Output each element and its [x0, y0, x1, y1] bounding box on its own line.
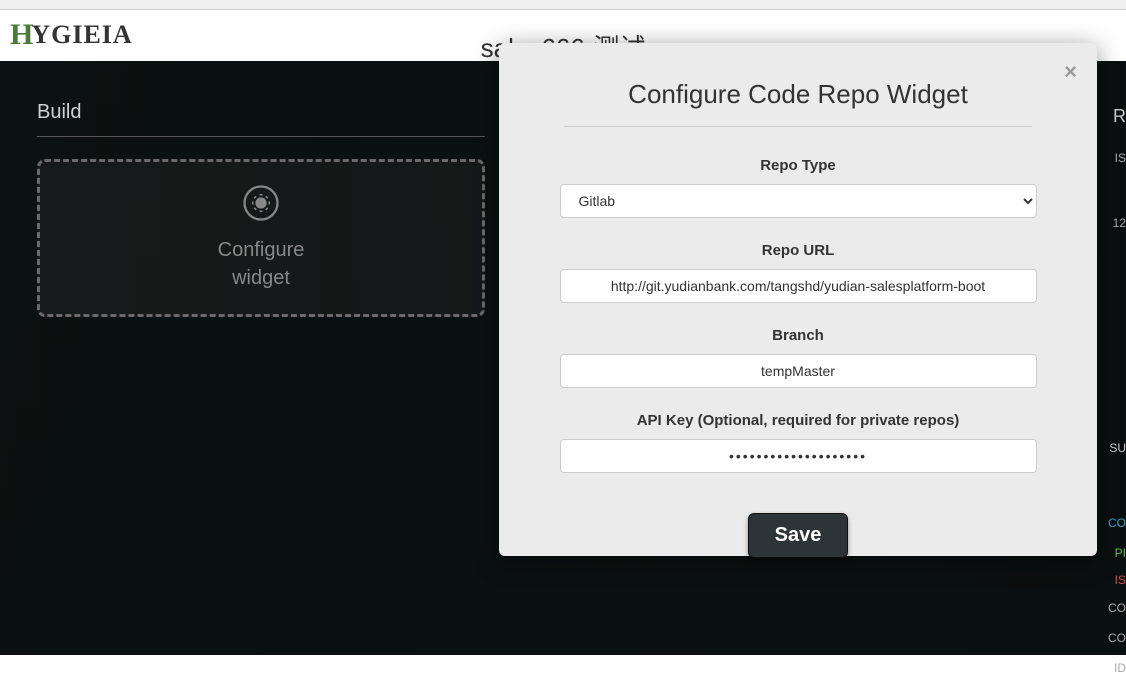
- branch-label: Branch: [539, 327, 1057, 344]
- save-button[interactable]: Save: [748, 513, 849, 558]
- modal-overlay: × Configure Code Repo Widget Repo Type G…: [0, 0, 1126, 655]
- close-icon[interactable]: ×: [1064, 61, 1077, 83]
- api-key-input[interactable]: [560, 439, 1037, 473]
- right-fragment-id: ID: [1114, 661, 1126, 675]
- configure-code-repo-modal: × Configure Code Repo Widget Repo Type G…: [499, 43, 1097, 556]
- repo-type-group: Repo Type Gitlab: [539, 157, 1057, 218]
- repo-url-group: Repo URL: [539, 242, 1057, 303]
- api-key-group: API Key (Optional, required for private …: [539, 412, 1057, 473]
- branch-group: Branch: [539, 327, 1057, 388]
- modal-title: Configure Code Repo Widget: [539, 79, 1057, 110]
- modal-divider: [564, 126, 1032, 127]
- repo-type-select[interactable]: Gitlab: [560, 184, 1037, 218]
- api-key-label: API Key (Optional, required for private …: [539, 412, 1057, 429]
- repo-url-label: Repo URL: [539, 242, 1057, 259]
- repo-url-input[interactable]: [560, 269, 1037, 303]
- branch-input[interactable]: [560, 354, 1037, 388]
- repo-type-label: Repo Type: [539, 157, 1057, 174]
